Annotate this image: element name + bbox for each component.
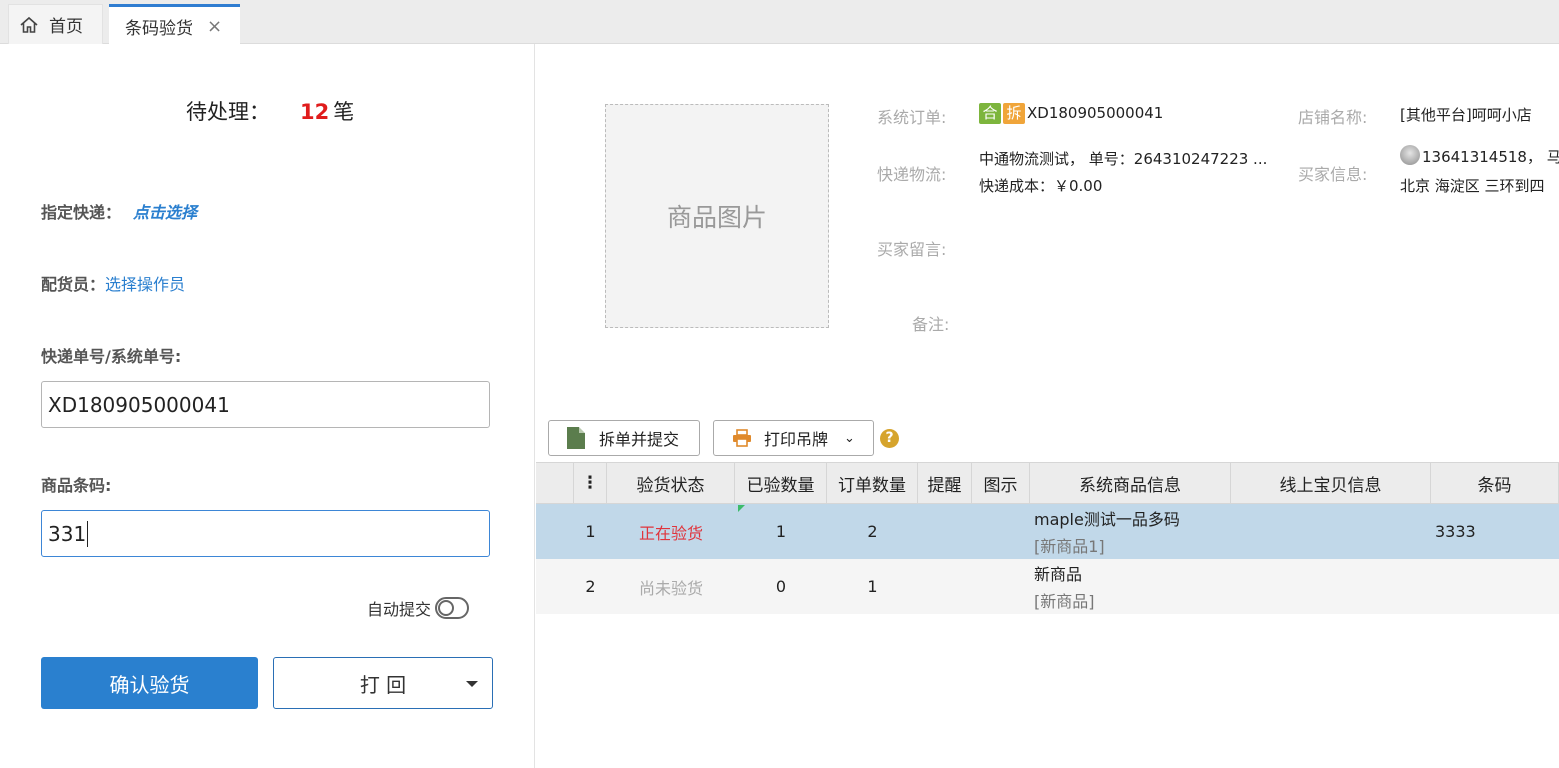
tab-home[interactable]: 首页 [8,4,103,44]
sys-order-value-row: 合拆 XD180905000041 [979,103,1163,124]
row-product-sub: [新商品] [1034,592,1095,611]
edit-marker [738,505,745,512]
header-online-item[interactable]: 线上宝贝信息 [1231,463,1431,503]
dropdown-arrow-icon[interactable] [466,681,478,687]
row-reminder [918,504,972,559]
row-index: 2 [585,577,596,596]
sys-order-label: 系统订单: [877,108,947,127]
toggle-knob [438,600,455,616]
row-illustration [972,504,1030,559]
left-panel: 待处理： 12 笔 指定快递： 点击选择 配货员：选择操作员 快递单号/系统单号: X… [0,44,535,768]
row-online-item [1231,504,1431,559]
tab-barcode-inspection[interactable]: 条码验货 × [109,4,240,45]
order-no-label: 快递单号/系统单号: [41,347,182,366]
row-product-sub: [新商品1] [1034,537,1105,556]
row-system-product: maple测试一品多码 [新商品1] [1030,504,1231,559]
row-barcode-value: 3333 [1435,522,1476,541]
split-submit-button[interactable]: 拆单并提交 [548,420,700,456]
buyer-line1-row: 13641314518， 马 [1400,145,1559,167]
buyer-label: 买家信息: [1298,165,1368,184]
sys-order-value: XD180905000041 [1027,104,1164,122]
auto-submit-label: 自动提交 [367,600,432,619]
auto-submit-row: 自动提交 [367,596,470,620]
picker-row: 配货员：选择操作员 [41,271,185,295]
header-illustration[interactable]: 图示 [972,463,1030,503]
header-index [536,463,574,503]
shop-value: [其他平台]呵呵小店 [1400,106,1532,124]
pending-unit: 笔 [333,100,355,124]
inspection-table: ⋮ 验货状态 已验数量 订单数量 提醒 图示 系统商品信息 线上宝贝信息 条码 … [536,462,1559,614]
file-icon [567,427,585,449]
header-status[interactable]: 验货状态 [607,463,735,503]
printer-icon [733,429,751,447]
barcode-input[interactable]: 331 [41,510,490,557]
row-checked-qty: 0 [775,577,787,596]
help-icon[interactable]: ? [880,429,899,448]
logistics-line1: 中通物流测试， 单号：264310247223 ... [979,150,1268,168]
select-express-link[interactable]: 点击选择 [133,203,197,222]
buyer-avatar [1400,145,1420,165]
header-system-product[interactable]: 系统商品信息 [1030,463,1231,503]
tab-barcode-inspection-label: 条码验货 [125,18,193,39]
column-menu-icon[interactable]: ⋮ [574,463,607,503]
split-submit-label: 拆单并提交 [599,430,680,449]
row-status: 正在验货 [638,523,703,543]
pending-count: 12 [300,100,330,124]
row-illustration [972,559,1030,614]
header-barcode[interactable]: 条码 [1431,463,1559,503]
confirm-inspection-button[interactable]: 确认验货 [41,657,258,709]
row-product-name: maple测试一品多码 [1034,510,1180,529]
logistics-line2: 快递成本：￥0.00 [979,177,1103,195]
split-badge: 拆 [1003,103,1025,124]
barcode-label: 商品条码: [41,476,112,495]
table-row[interactable]: 1 正在验货 1 2 maple测试一品多码 [新商品1] 3333 [536,504,1559,559]
pending-summary: 待处理： 12 笔 [186,96,354,126]
print-tag-button[interactable]: 打印吊牌 ⌄ [713,420,874,456]
express-row: 指定快递： 点击选择 [41,199,197,223]
buyer-line1: 13641314518， 马 [1422,148,1559,166]
order-no-value: XD180905000041 [48,392,230,417]
row-reminder [918,559,972,614]
row-barcode: 3333 [1431,504,1559,559]
barcode-value: 331 [48,521,87,546]
text-caret [87,520,89,547]
reject-button[interactable]: 打 回 [273,657,493,709]
auto-submit-toggle[interactable] [435,597,470,619]
remark-label: 备注: [912,315,950,334]
row-checked-qty: 1 [775,522,787,541]
header-order-qty[interactable]: 订单数量 [827,463,918,503]
chevron-down-icon[interactable]: ⌄ [844,431,855,446]
table-header: ⋮ 验货状态 已验数量 订单数量 提醒 图示 系统商品信息 线上宝贝信息 条码 [536,462,1559,504]
print-tag-label: 打印吊牌 [764,430,829,449]
tab-home-label: 首页 [49,17,83,37]
header-checked-qty[interactable]: 已验数量 [735,463,827,503]
pending-label: 待处理： [186,100,270,124]
table-row[interactable]: 2 尚未验货 0 1 新商品 [新商品] [536,559,1559,614]
row-index: 1 [585,522,596,541]
row-order-qty: 1 [867,577,878,596]
merged-badge: 合 [979,103,1001,124]
header-reminder[interactable]: 提醒 [918,463,972,503]
reject-button-label: 打 回 [359,672,407,697]
row-status: 尚未验货 [638,578,703,598]
tab-bar: 首页 条码验货 × [0,0,1559,45]
order-no-input[interactable]: XD180905000041 [41,381,490,428]
row-system-product: 新商品 [新商品] [1030,559,1231,614]
row-product-name: 新商品 [1034,565,1083,584]
select-operator-link[interactable]: 选择操作员 [105,275,185,294]
home-icon [20,16,38,33]
row-order-qty: 2 [867,522,878,541]
product-image-placeholder: 商品图片 [605,104,829,328]
row-barcode [1431,559,1559,614]
row-online-item [1231,559,1431,614]
picker-label: 配货员： [41,275,106,294]
buyer-line2: 北京 海淀区 三环到四 [1400,177,1545,195]
shop-label: 店铺名称: [1298,108,1368,127]
express-label: 指定快递： [41,203,122,222]
close-icon[interactable]: × [207,16,222,37]
logistics-label: 快递物流: [877,165,947,184]
buyer-message-label: 买家留言: [877,240,947,259]
